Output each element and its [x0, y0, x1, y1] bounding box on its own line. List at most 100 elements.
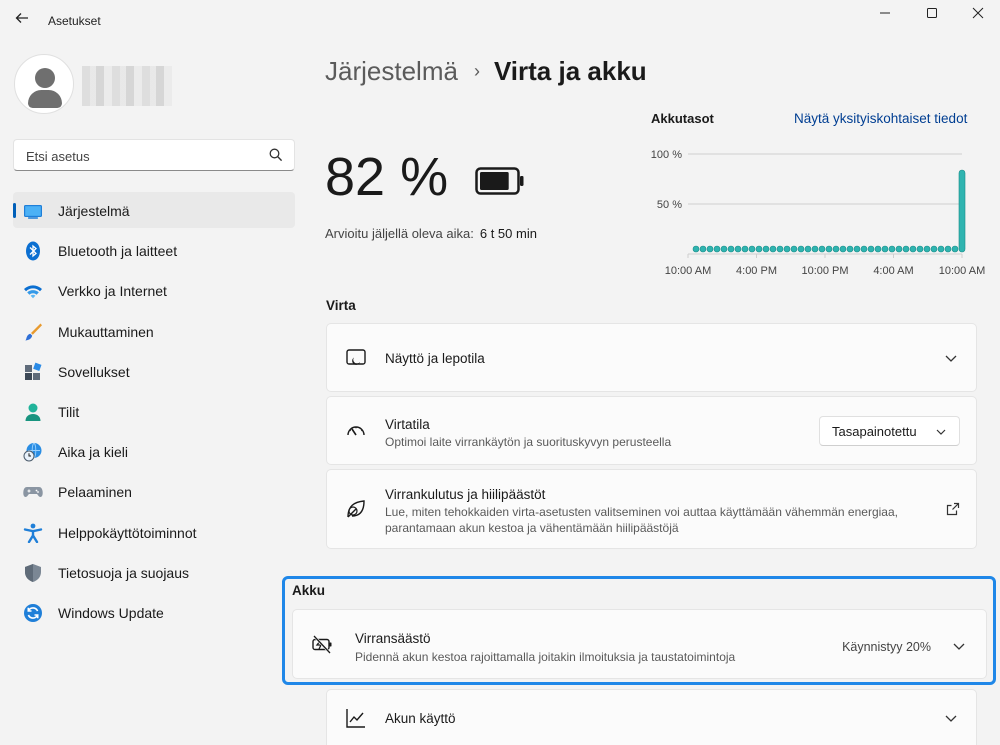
- chart-title: Akkutasot: [651, 111, 714, 126]
- arrow-left-icon: [15, 13, 28, 23]
- x-tick-label: 4:00 AM: [873, 265, 913, 277]
- battery-level-bar: [874, 245, 882, 253]
- sidebar-item-accounts[interactable]: Tilit: [13, 393, 295, 429]
- battery-level-bar: [832, 245, 840, 253]
- page-title: Virta ja akku: [493, 56, 647, 86]
- battery-level-bar: [860, 245, 868, 253]
- card-title: Virtatila: [385, 417, 430, 432]
- account-icon: [25, 403, 41, 421]
- sidebar-item-label: Järjestelmä: [58, 203, 130, 219]
- battery-level-bar: [916, 245, 924, 253]
- card-title: Virransäästö: [355, 631, 431, 646]
- time-language-icon: [23, 442, 42, 462]
- battery-level-bar: [748, 245, 756, 253]
- battery-saver-card[interactable]: Virransäästö Pidennä akun kestoa rajoitt…: [292, 609, 987, 679]
- sidebar-item-label: Helppokäyttötoiminnot: [58, 524, 197, 541]
- battery-level-bar: [937, 245, 945, 253]
- back-button[interactable]: [12, 10, 32, 30]
- close-icon: [972, 7, 984, 19]
- update-icon: [24, 603, 42, 622]
- system-icon: [24, 205, 42, 219]
- sidebar-item-personalization[interactable]: Mukauttaminen: [13, 313, 295, 349]
- search-input[interactable]: Etsi asetus: [13, 139, 295, 171]
- sidebar-item-bluetooth[interactable]: Bluetooth ja laitteet: [13, 232, 295, 268]
- bluetooth-icon: [26, 241, 40, 261]
- minimize-icon: [880, 12, 890, 14]
- sidebar-item-label: Pelaaminen: [58, 484, 132, 501]
- detailed-info-link[interactable]: Näytä yksityiskohtaiset tiedot: [794, 111, 967, 126]
- leaf-icon: [347, 500, 365, 518]
- search-icon[interactable]: [268, 147, 284, 163]
- chevron-down-icon[interactable]: [944, 351, 958, 365]
- sidebar-item-time-language[interactable]: Aika ja kieli: [13, 433, 295, 469]
- battery-usage-card[interactable]: Akun käyttö: [326, 689, 977, 745]
- wifi-icon: [24, 285, 42, 299]
- battery-level-bar: [797, 245, 805, 253]
- x-tick-label: 4:00 PM: [736, 265, 777, 277]
- breadcrumb-separator: ›: [473, 61, 480, 81]
- sidebar-item-system[interactable]: Järjestelmä: [13, 192, 295, 228]
- chevron-down-icon[interactable]: [944, 711, 958, 725]
- battery-level-chart: 100 % 50 % 10:00 AM 4:00 PM 10:00 PM 4:00 AM 1…: [651, 149, 985, 277]
- avatar[interactable]: [14, 54, 74, 114]
- apps-icon: [25, 362, 42, 380]
- battery-level-bar: [699, 245, 707, 253]
- minimize-button[interactable]: [862, 4, 908, 22]
- brush-icon: [25, 323, 42, 341]
- card-description: Lue, miten tehokkaiden virta-asetusten v…: [385, 505, 898, 535]
- app-title: Asetukset: [48, 14, 101, 28]
- estimate-label: Arvioitu jäljellä oleva aika:: [325, 226, 474, 241]
- battery-level-bar: [811, 245, 819, 253]
- battery-level-bar: [825, 245, 833, 253]
- battery-percent: 82 %: [325, 147, 449, 207]
- power-mode-dropdown[interactable]: Tasapainotettu: [819, 416, 960, 446]
- sidebar-item-privacy[interactable]: Tietosuoja ja suojaus: [13, 554, 295, 590]
- breadcrumb-parent-link[interactable]: Järjestelmä: [325, 56, 458, 87]
- battery-saver-icon: [312, 635, 332, 654]
- y-tick-label: 50 %: [657, 199, 682, 211]
- x-tick-label: 10:00 AM: [665, 265, 711, 277]
- sidebar-nav: Järjestelmä Bluetooth ja laitteet Verkko…: [13, 192, 295, 634]
- sidebar-item-network[interactable]: Verkko ja Internet: [13, 272, 295, 308]
- battery-level-bar: [769, 245, 777, 253]
- sidebar-item-label: Verkko ja Internet: [58, 283, 167, 300]
- sidebar-item-windows-update[interactable]: Windows Update: [13, 594, 295, 630]
- battery-level-bar: [888, 245, 896, 253]
- close-button[interactable]: [955, 4, 1000, 22]
- sidebar-item-label: Tietosuoja ja suojaus: [58, 564, 190, 581]
- battery-level-bar: [727, 245, 735, 253]
- external-link-icon[interactable]: [946, 502, 960, 516]
- card-title: Virrankulutus ja hiilipäästöt: [385, 487, 546, 502]
- y-tick-label: 100 %: [651, 149, 682, 161]
- battery-icon: [475, 167, 524, 195]
- section-battery-label: Akku: [292, 583, 326, 598]
- sidebar-item-accessibility[interactable]: Helppokäyttötoiminnot: [13, 514, 295, 550]
- battery-level-bar: [909, 245, 917, 253]
- chevron-down-icon[interactable]: [952, 639, 966, 653]
- battery-level-bar: [755, 245, 763, 253]
- battery-level-bar: [692, 245, 700, 253]
- battery-level-bar: [720, 245, 728, 253]
- screen-sleep-card[interactable]: Näyttö ja lepotila: [326, 323, 977, 392]
- battery-level-bar: [839, 245, 847, 253]
- sidebar-item-label: Windows Update: [58, 604, 164, 621]
- battery-level-bar: [923, 245, 931, 253]
- chevron-down-icon: [936, 429, 946, 435]
- avatar-head-shape: [35, 68, 55, 88]
- battery-level-bar: [783, 245, 791, 253]
- sidebar-item-label: Sovellukset: [58, 363, 130, 380]
- battery-level-bar: [881, 245, 889, 253]
- sidebar-item-label: Tilit: [58, 403, 80, 420]
- sidebar-item-label: Aika ja kieli: [58, 444, 129, 461]
- sidebar-item-apps[interactable]: Sovellukset: [13, 353, 295, 389]
- energy-card[interactable]: Virrankulutus ja hiilipäästöt Lue, miten…: [326, 469, 977, 549]
- x-tick-label: 10:00 AM: [939, 265, 985, 277]
- chart-line-icon: [346, 709, 365, 728]
- battery-level-bar: [853, 245, 861, 253]
- sidebar-item-label: Mukauttaminen: [58, 323, 154, 340]
- screen-sleep-icon: [346, 349, 366, 365]
- maximize-button[interactable]: [909, 4, 955, 22]
- battery-level-bar: [895, 245, 903, 253]
- battery-level-bar: [762, 245, 770, 253]
- sidebar-item-gaming[interactable]: Pelaaminen: [13, 473, 295, 509]
